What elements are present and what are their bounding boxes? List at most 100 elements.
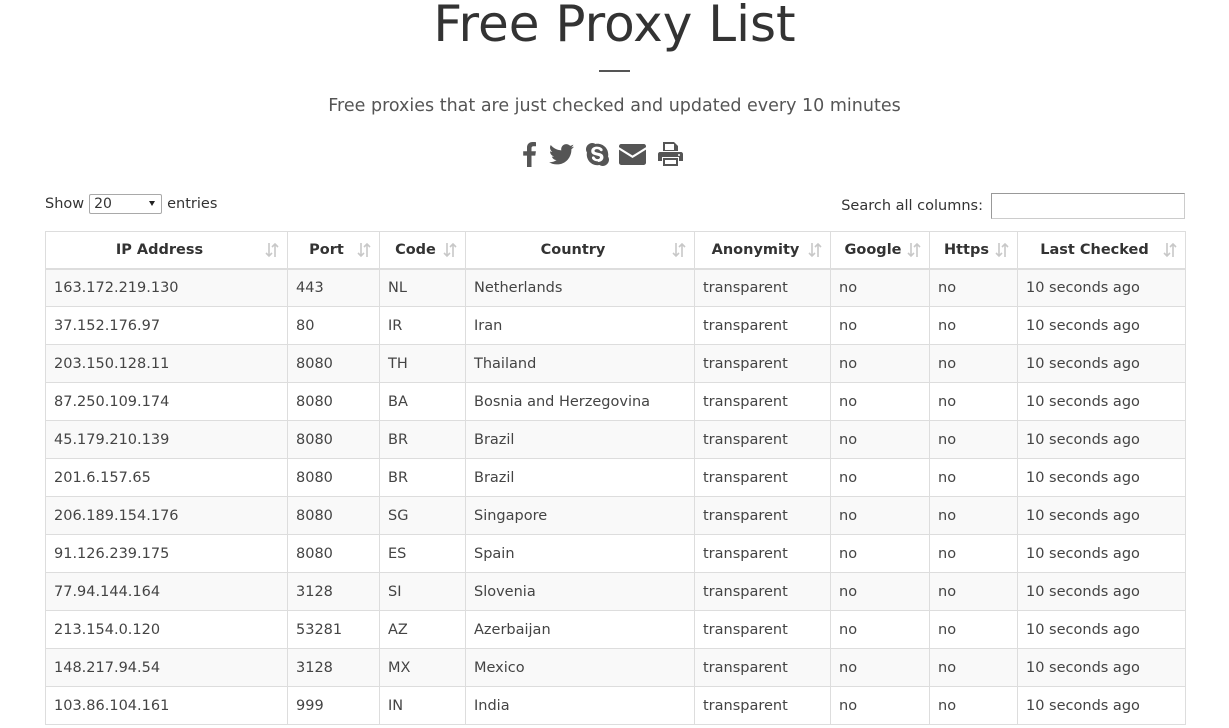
table-row: 213.154.0.120 53281 AZ Azerbaijan transparen… xyxy=(45,610,1186,649)
table-row: 87.250.109.174 8080 BA Bosnia and Herzegovi… xyxy=(45,382,1186,421)
entries-label: entries xyxy=(167,196,218,212)
code-cell: SG xyxy=(379,496,466,535)
table-row: 37.152.176.97 80 IR Iran transparent no no 10 s… xyxy=(45,306,1186,345)
show-label: Show xyxy=(45,196,85,212)
port-cell: 80 xyxy=(287,306,380,345)
column-header-label: IP Address xyxy=(115,241,204,258)
last-checked-cell: 10 seconds ago xyxy=(1017,610,1186,649)
port-cell: 999 xyxy=(287,686,380,725)
port-cell: 8080 xyxy=(287,344,380,383)
code-cell: IR xyxy=(379,306,466,345)
code-cell: BR xyxy=(379,420,466,459)
google-cell: no xyxy=(830,534,930,573)
country-cell: Iran xyxy=(465,306,695,345)
column-header-code[interactable]: Code xyxy=(379,231,466,270)
share-buttons xyxy=(519,139,683,169)
page-title: Free Proxy List xyxy=(433,0,796,53)
column-header-last-checked[interactable]: Last Checked xyxy=(1017,231,1186,270)
sort-icon xyxy=(995,242,1009,258)
ip-address-cell: 163.172.219.130 xyxy=(45,268,288,307)
https-cell: no xyxy=(929,648,1018,687)
ip-address-cell: 206.189.154.176 xyxy=(45,496,288,535)
port-cell: 8080 xyxy=(287,382,380,421)
column-header-google[interactable]: Google xyxy=(830,231,930,270)
ip-address-cell: 45.179.210.139 xyxy=(45,420,288,459)
table-row: 45.179.210.139 8080 BR Brazil transparent no n… xyxy=(45,420,1186,459)
search-control: Search all columns: xyxy=(841,193,1185,219)
https-cell: no xyxy=(929,610,1018,649)
country-cell: Spain xyxy=(465,534,695,573)
column-header-label: Code xyxy=(395,241,436,258)
anonymity-cell: transparent xyxy=(694,572,831,611)
proxy-table: IP Address Port Code Country Anonymity Google… xyxy=(45,231,1186,725)
email-share-button[interactable] xyxy=(618,139,646,169)
country-cell: Netherlands xyxy=(465,268,695,307)
code-cell: IN xyxy=(379,686,466,725)
https-cell: no xyxy=(929,344,1018,383)
entries-select-value: 20 xyxy=(94,196,112,212)
port-cell: 3128 xyxy=(287,572,380,611)
column-header-label: Port xyxy=(309,241,344,258)
ip-address-cell: 91.126.239.175 xyxy=(45,534,288,573)
google-cell: no xyxy=(830,382,930,421)
column-header-label: Google xyxy=(844,241,902,258)
skype-share-button[interactable] xyxy=(585,139,610,169)
country-cell: Singapore xyxy=(465,496,695,535)
port-cell: 8080 xyxy=(287,420,380,459)
column-header-anonymity[interactable]: Anonymity xyxy=(694,231,831,270)
column-header-label: Last Checked xyxy=(1040,241,1149,258)
sort-icon xyxy=(265,242,279,258)
google-cell: no xyxy=(830,572,930,611)
table-body: 163.172.219.130 443 NL Netherlands transpare… xyxy=(45,268,1186,725)
last-checked-cell: 10 seconds ago xyxy=(1017,268,1186,307)
ip-address-cell: 103.86.104.161 xyxy=(45,686,288,725)
code-cell: ES xyxy=(379,534,466,573)
facebook-icon xyxy=(523,141,536,167)
https-cell: no xyxy=(929,306,1018,345)
sort-icon xyxy=(1163,242,1177,258)
entries-select[interactable]: 20 xyxy=(89,194,163,214)
google-cell: no xyxy=(830,610,930,649)
anonymity-cell: transparent xyxy=(694,686,831,725)
https-cell: no xyxy=(929,268,1018,307)
last-checked-cell: 10 seconds ago xyxy=(1017,572,1186,611)
last-checked-cell: 10 seconds ago xyxy=(1017,458,1186,497)
envelope-icon xyxy=(618,143,646,165)
search-label: Search all columns: xyxy=(841,198,983,214)
country-cell: Thailand xyxy=(465,344,695,383)
column-header-https[interactable]: Https xyxy=(929,231,1018,270)
title-divider xyxy=(599,70,630,72)
https-cell: no xyxy=(929,534,1018,573)
facebook-share-button[interactable] xyxy=(519,139,540,169)
anonymity-cell: transparent xyxy=(694,496,831,535)
table-row: 91.126.239.175 8080 ES Spain transparent no no… xyxy=(45,534,1186,573)
https-cell: no xyxy=(929,496,1018,535)
twitter-share-button[interactable] xyxy=(548,139,575,169)
https-cell: no xyxy=(929,458,1018,497)
column-header-ip-address[interactable]: IP Address xyxy=(45,231,288,270)
column-header-port[interactable]: Port xyxy=(287,231,380,270)
print-button[interactable] xyxy=(658,139,683,169)
google-cell: no xyxy=(830,496,930,535)
anonymity-cell: transparent xyxy=(694,534,831,573)
google-cell: no xyxy=(830,686,930,725)
last-checked-cell: 10 seconds ago xyxy=(1017,344,1186,383)
table-row: 201.6.157.65 8080 BR Brazil transparent no no 1… xyxy=(45,458,1186,497)
country-cell: Bosnia and Herzegovina xyxy=(465,382,695,421)
page-subtitle: Free proxies that are just checked and u… xyxy=(328,96,901,116)
last-checked-cell: 10 seconds ago xyxy=(1017,648,1186,687)
ip-address-cell: 203.150.128.11 xyxy=(45,344,288,383)
port-cell: 8080 xyxy=(287,496,380,535)
table-row: 148.217.94.54 3128 MX Mexico transparent no no… xyxy=(45,648,1186,687)
last-checked-cell: 10 seconds ago xyxy=(1017,496,1186,535)
search-input[interactable] xyxy=(991,193,1185,219)
code-cell: MX xyxy=(379,648,466,687)
header-row: IP Address Port Code Country Anonymity Google… xyxy=(45,231,1186,270)
table-row: 163.172.219.130 443 NL Netherlands transpare… xyxy=(45,268,1186,307)
column-header-country[interactable]: Country xyxy=(465,231,695,270)
last-checked-cell: 10 seconds ago xyxy=(1017,382,1186,421)
port-cell: 3128 xyxy=(287,648,380,687)
google-cell: no xyxy=(830,306,930,345)
https-cell: no xyxy=(929,572,1018,611)
google-cell: no xyxy=(830,344,930,383)
